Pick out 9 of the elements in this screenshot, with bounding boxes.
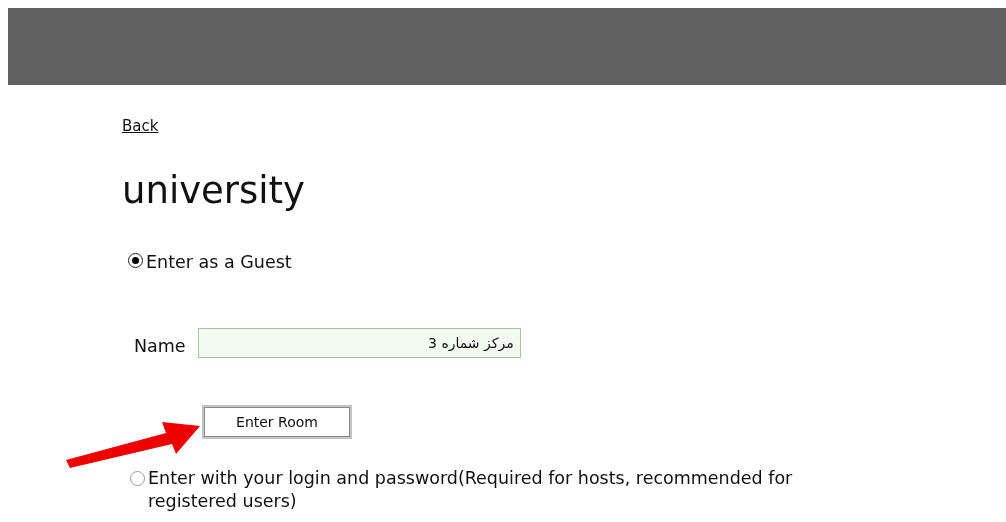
page-title: university bbox=[122, 171, 305, 209]
enter-room-button[interactable]: Enter Room bbox=[202, 405, 352, 439]
option-label: Enter with your login and password(Required for hosts, recommended for registered users) bbox=[148, 467, 794, 513]
radio-button[interactable] bbox=[130, 471, 145, 486]
radio-button[interactable] bbox=[128, 252, 143, 268]
field-label: Name bbox=[134, 334, 186, 358]
back-link[interactable]: Back bbox=[122, 115, 159, 138]
option-label: Enter as a Guest bbox=[146, 250, 292, 274]
name-field[interactable]: مرکز شماره 3 bbox=[197, 327, 521, 358]
